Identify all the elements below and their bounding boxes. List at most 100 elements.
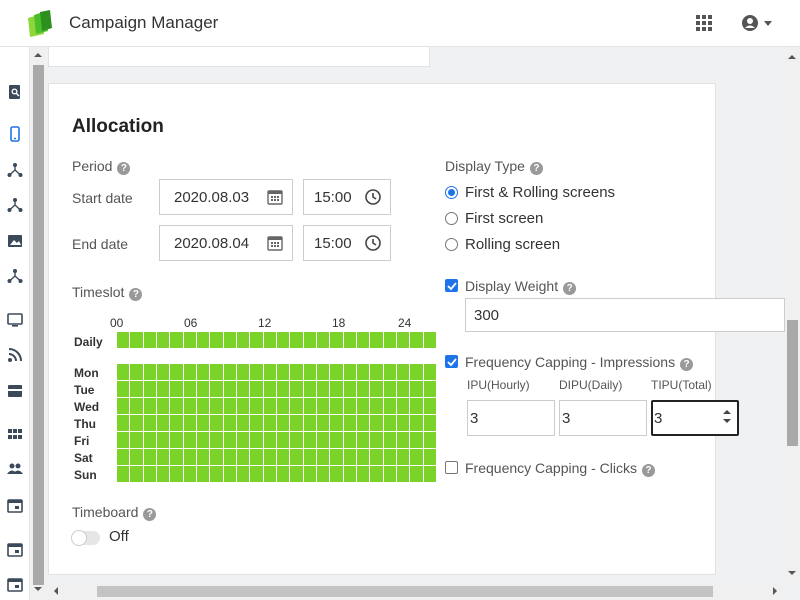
timeslot-cell[interactable] bbox=[250, 449, 263, 465]
timeslot-cell[interactable] bbox=[223, 432, 236, 448]
timeslot-cell[interactable] bbox=[316, 398, 330, 414]
timeslot-cell[interactable] bbox=[370, 381, 383, 397]
timeslot-cell[interactable] bbox=[223, 398, 236, 414]
tipu-input[interactable]: 3 bbox=[651, 400, 739, 436]
apps-grid-icon[interactable] bbox=[696, 15, 712, 31]
timeslot-cell[interactable] bbox=[210, 332, 223, 348]
clock-icon[interactable] bbox=[364, 234, 382, 252]
timeslot-cell[interactable] bbox=[170, 432, 183, 448]
grid-icon[interactable] bbox=[7, 426, 23, 442]
display-weight-input[interactable]: 300 bbox=[465, 298, 785, 332]
timeslot-cell[interactable] bbox=[343, 364, 356, 380]
timeslot-cell[interactable] bbox=[370, 432, 383, 448]
timeslot-cell[interactable] bbox=[370, 364, 383, 380]
timeslot-cell[interactable] bbox=[170, 364, 183, 380]
timeslot-cell[interactable] bbox=[170, 415, 183, 431]
timeslot-cell[interactable] bbox=[236, 415, 250, 431]
timeboard-toggle[interactable] bbox=[71, 530, 100, 546]
timeslot-cell[interactable] bbox=[236, 449, 250, 465]
scroll-down-arrow[interactable] bbox=[788, 571, 796, 579]
timeslot-cell[interactable] bbox=[423, 364, 436, 380]
timeslot-cell[interactable] bbox=[210, 432, 223, 448]
timeslot-cell[interactable] bbox=[290, 449, 303, 465]
timeslot-cell[interactable] bbox=[423, 381, 436, 397]
spin-up-arrow[interactable] bbox=[723, 406, 731, 414]
scroll-up-arrow[interactable] bbox=[788, 51, 796, 59]
spin-down-arrow[interactable] bbox=[723, 419, 731, 427]
timeslot-cell[interactable] bbox=[303, 332, 316, 348]
timeslot-cell[interactable] bbox=[290, 332, 303, 348]
timeslot-cell[interactable] bbox=[410, 432, 423, 448]
timeslot-cell[interactable] bbox=[356, 466, 370, 482]
timeslot-cell[interactable] bbox=[370, 466, 383, 482]
user-menu-icon[interactable] bbox=[741, 14, 773, 32]
timeslot-cell[interactable] bbox=[223, 449, 236, 465]
timeslot-cell[interactable] bbox=[303, 364, 316, 380]
timeslot-cell[interactable] bbox=[383, 381, 396, 397]
timeslot-cell[interactable] bbox=[130, 364, 143, 380]
help-icon[interactable]: ? bbox=[129, 288, 143, 301]
timeslot-cell[interactable] bbox=[396, 415, 410, 431]
timeslot-cell[interactable] bbox=[383, 449, 396, 465]
help-icon[interactable]: ? bbox=[143, 508, 157, 521]
timeslot-cell[interactable] bbox=[316, 466, 330, 482]
timeslot-cell[interactable] bbox=[330, 466, 343, 482]
timeslot-cell[interactable] bbox=[156, 449, 170, 465]
timeslot-cell[interactable] bbox=[316, 332, 330, 348]
timeslot-cell[interactable] bbox=[356, 398, 370, 414]
help-icon[interactable]: ? bbox=[117, 162, 131, 175]
timeslot-cell[interactable] bbox=[276, 381, 290, 397]
timeslot-cell[interactable] bbox=[330, 364, 343, 380]
timeslot-cell[interactable] bbox=[356, 381, 370, 397]
clock-icon[interactable] bbox=[364, 188, 382, 206]
network-icon[interactable] bbox=[7, 268, 23, 284]
timeslot-cell[interactable] bbox=[343, 381, 356, 397]
radio-first-screen[interactable] bbox=[445, 212, 458, 225]
timeslot-cell[interactable] bbox=[276, 432, 290, 448]
timeslot-cell[interactable] bbox=[156, 432, 170, 448]
timeslot-cell[interactable] bbox=[383, 364, 396, 380]
weekly-timeslot-grid[interactable] bbox=[117, 364, 436, 482]
calendar-icon[interactable] bbox=[266, 234, 284, 252]
timeslot-cell[interactable] bbox=[236, 432, 250, 448]
timeslot-cell[interactable] bbox=[330, 332, 343, 348]
timeslot-cell[interactable] bbox=[290, 466, 303, 482]
sidebar-scrollbar[interactable] bbox=[31, 47, 46, 600]
help-icon[interactable]: ? bbox=[641, 464, 655, 477]
calendar-icon[interactable] bbox=[266, 188, 284, 206]
horizontal-scrollbar[interactable] bbox=[46, 583, 785, 600]
timeslot-cell[interactable] bbox=[236, 364, 250, 380]
timeslot-cell[interactable] bbox=[410, 381, 423, 397]
end-date-input[interactable]: 2020.08.04 bbox=[159, 225, 293, 261]
timeslot-cell[interactable] bbox=[290, 415, 303, 431]
timeslot-cell[interactable] bbox=[343, 398, 356, 414]
timeslot-cell[interactable] bbox=[263, 432, 276, 448]
timeslot-cell[interactable] bbox=[156, 364, 170, 380]
timeslot-cell[interactable] bbox=[183, 332, 196, 348]
timeslot-cell[interactable] bbox=[170, 332, 183, 348]
mobile-icon[interactable] bbox=[7, 126, 23, 142]
timeslot-cell[interactable] bbox=[170, 466, 183, 482]
timeslot-cell[interactable] bbox=[410, 398, 423, 414]
timeslot-cell[interactable] bbox=[290, 364, 303, 380]
scroll-thumb[interactable] bbox=[33, 65, 44, 585]
timeslot-cell[interactable] bbox=[250, 332, 263, 348]
network-icon[interactable] bbox=[7, 197, 23, 213]
timeslot-cell[interactable] bbox=[423, 466, 436, 482]
timeslot-cell[interactable] bbox=[210, 364, 223, 380]
timeslot-cell[interactable] bbox=[396, 432, 410, 448]
timeslot-cell[interactable] bbox=[303, 449, 316, 465]
timeslot-cell[interactable] bbox=[223, 381, 236, 397]
timeslot-cell[interactable] bbox=[263, 381, 276, 397]
timeslot-cell[interactable] bbox=[396, 449, 410, 465]
timeslot-cell[interactable] bbox=[396, 466, 410, 482]
timeslot-cell[interactable] bbox=[330, 415, 343, 431]
end-time-input[interactable]: 15:00 bbox=[303, 225, 391, 261]
timeslot-cell[interactable] bbox=[196, 332, 210, 348]
timeslot-cell[interactable] bbox=[356, 415, 370, 431]
timeslot-cell[interactable] bbox=[156, 415, 170, 431]
timeslot-cell[interactable] bbox=[130, 466, 143, 482]
timeslot-cell[interactable] bbox=[143, 381, 156, 397]
timeslot-cell[interactable] bbox=[423, 415, 436, 431]
timeslot-cell[interactable] bbox=[423, 449, 436, 465]
